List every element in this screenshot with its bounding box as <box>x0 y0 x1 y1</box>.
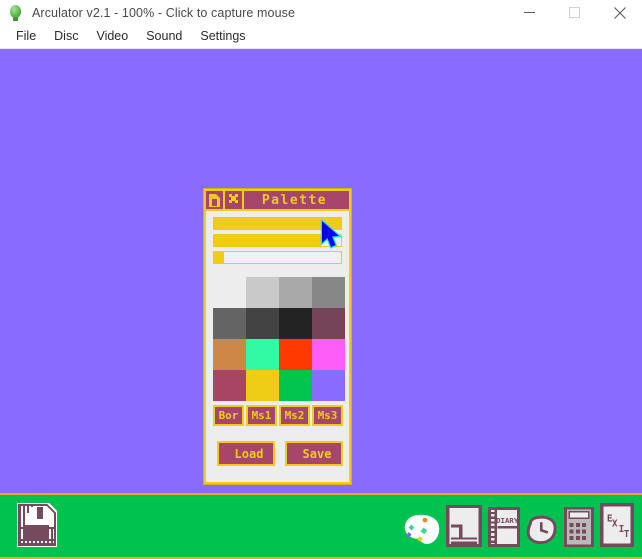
swatch-6[interactable] <box>279 308 312 339</box>
swatch-8[interactable] <box>213 339 246 370</box>
draw-document-icon[interactable] <box>446 505 482 547</box>
clock-icon[interactable] <box>526 515 558 547</box>
swatch-2[interactable] <box>279 277 312 308</box>
swatch-5[interactable] <box>246 308 279 339</box>
icon-bar-left-group <box>13 501 61 549</box>
palette-titlebar[interactable]: Palette <box>206 191 349 211</box>
diary-label: DIARY <box>496 516 519 525</box>
swatch-0[interactable] <box>213 277 246 308</box>
toggle-size-gadget-icon[interactable] <box>225 191 244 209</box>
exit-icon[interactable]: E X I T <box>600 503 634 547</box>
svg-text:T: T <box>624 529 630 540</box>
diary-icon[interactable]: DIARY <box>488 507 520 547</box>
calculator-icon[interactable] <box>564 507 594 547</box>
load-button[interactable]: Load <box>217 441 275 466</box>
icon-bar: DIARY <box>0 493 642 559</box>
application-window: Arculator v2.1 - 100% - Click to capture… <box>0 0 642 559</box>
rgb-slider-area <box>206 211 349 269</box>
menu-item-disc[interactable]: Disc <box>45 26 87 47</box>
mouse3-button[interactable]: Ms3 <box>312 405 343 426</box>
swatch-4[interactable] <box>213 308 246 339</box>
red-slider[interactable] <box>213 217 342 230</box>
save-button[interactable]: Save <box>285 441 343 466</box>
close-gadget-icon[interactable] <box>206 191 225 209</box>
menu-item-file[interactable]: File <box>7 26 45 47</box>
paint-palette-icon[interactable] <box>404 511 440 547</box>
minimize-button[interactable] <box>507 0 552 25</box>
blue-slider[interactable] <box>213 251 342 264</box>
menu-item-sound[interactable]: Sound <box>137 26 191 47</box>
palette-mode-buttons: Bor Ms1 Ms2 Ms3 <box>213 405 346 426</box>
arculator-logo-icon <box>8 5 24 21</box>
window-titlebar[interactable]: Arculator v2.1 - 100% - Click to capture… <box>0 0 642 25</box>
maximize-button[interactable] <box>552 0 597 25</box>
svg-text:X: X <box>612 519 618 530</box>
menu-bar: File Disc Video Sound Settings <box>0 25 642 49</box>
swatch-10[interactable] <box>279 339 312 370</box>
colour-swatch-grid <box>213 277 345 401</box>
menu-item-video[interactable]: Video <box>87 26 137 47</box>
mouse1-button[interactable]: Ms1 <box>246 405 277 426</box>
swatch-14[interactable] <box>279 370 312 401</box>
swatch-1[interactable] <box>246 277 279 308</box>
swatch-15[interactable] <box>312 370 345 401</box>
swatch-11[interactable] <box>312 339 345 370</box>
swatch-7[interactable] <box>312 308 345 339</box>
close-button[interactable] <box>597 0 642 25</box>
swatch-12[interactable] <box>213 370 246 401</box>
palette-title-text: Palette <box>244 191 349 209</box>
window-controls <box>507 0 642 25</box>
emulated-desktop[interactable]: Palette <box>0 49 642 559</box>
menu-item-settings[interactable]: Settings <box>191 26 254 47</box>
palette-window[interactable]: Palette <box>204 189 351 484</box>
icon-bar-right-group: DIARY <box>404 503 634 547</box>
mouse2-button[interactable]: Ms2 <box>279 405 310 426</box>
floppy-disc-icon[interactable] <box>13 501 61 549</box>
swatch-3[interactable] <box>312 277 345 308</box>
swatch-13[interactable] <box>246 370 279 401</box>
window-title: Arculator v2.1 - 100% - Click to capture… <box>32 6 295 20</box>
border-button[interactable]: Bor <box>213 405 244 426</box>
green-slider[interactable] <box>213 234 342 247</box>
palette-action-buttons: Load Save <box>217 441 343 466</box>
swatch-9[interactable] <box>246 339 279 370</box>
